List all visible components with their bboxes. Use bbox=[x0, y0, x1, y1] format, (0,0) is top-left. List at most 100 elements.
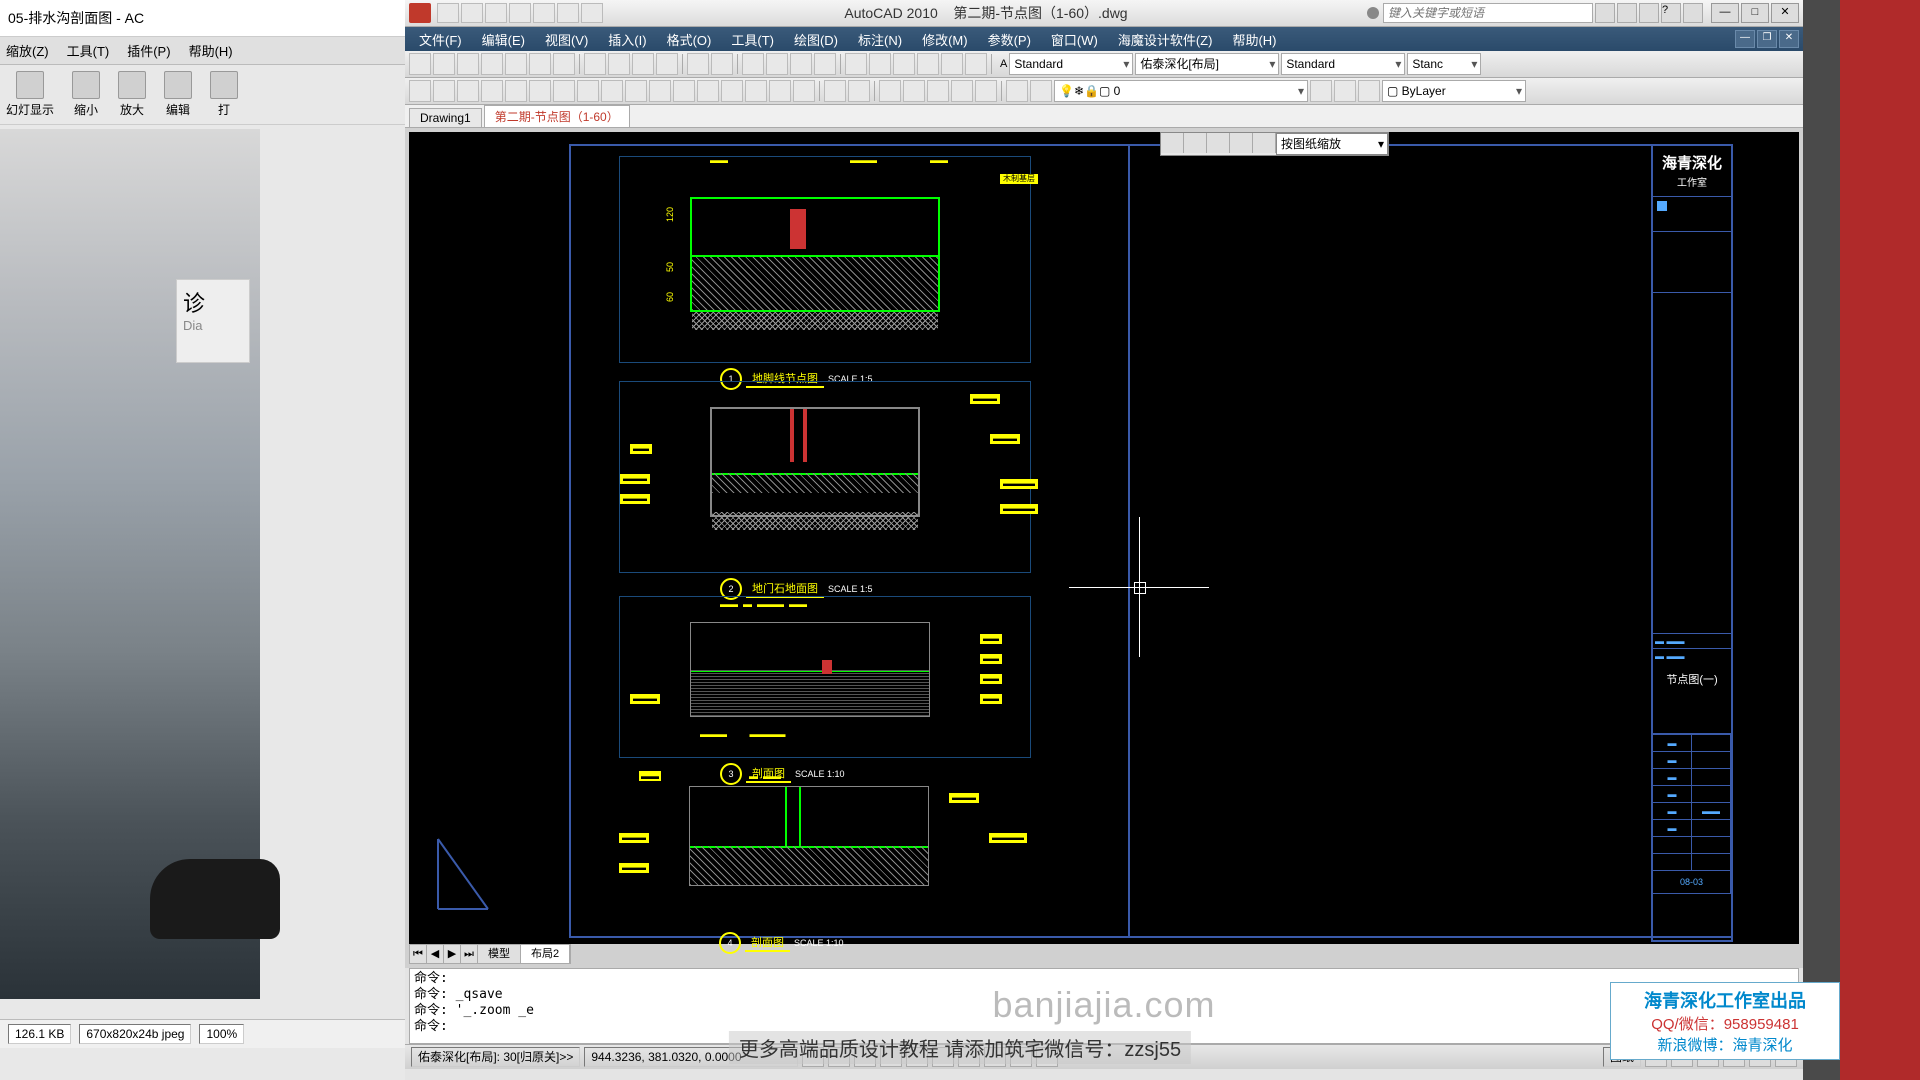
vp-btn3-icon[interactable] bbox=[1207, 133, 1230, 153]
save-icon[interactable] bbox=[457, 53, 479, 75]
layer-match-icon[interactable] bbox=[1334, 80, 1356, 102]
menu-zoom[interactable]: 缩放(Z) bbox=[6, 41, 49, 60]
tool2-12-icon[interactable] bbox=[673, 80, 695, 102]
menu-dimension[interactable]: 标注(N) bbox=[848, 30, 912, 49]
zoom-win-icon[interactable] bbox=[790, 53, 812, 75]
qat-print-icon[interactable] bbox=[557, 3, 579, 23]
menu-modify[interactable]: 修改(M) bbox=[912, 30, 978, 49]
mdi-minimize-button[interactable]: — bbox=[1735, 30, 1755, 48]
tool2-16-icon[interactable] bbox=[769, 80, 791, 102]
menu-view[interactable]: 视图(V) bbox=[535, 30, 598, 49]
tablestyle-combo[interactable]: Standard bbox=[1281, 53, 1405, 75]
undo-icon[interactable] bbox=[687, 53, 709, 75]
print-icon[interactable] bbox=[481, 53, 503, 75]
tool2-8-icon[interactable] bbox=[577, 80, 599, 102]
tool2-7-icon[interactable] bbox=[553, 80, 575, 102]
slideshow-button[interactable]: 幻灯显示 bbox=[6, 71, 54, 118]
qat-save-icon[interactable] bbox=[485, 3, 507, 23]
tool2-1-icon[interactable] bbox=[409, 80, 431, 102]
publish-icon[interactable] bbox=[529, 53, 551, 75]
color-icon[interactable] bbox=[1358, 80, 1380, 102]
tool2-6-icon[interactable] bbox=[529, 80, 551, 102]
tab-model[interactable]: 模型 bbox=[478, 945, 521, 963]
titlebar[interactable]: AutoCAD 2010 第二期-节点图（1-60）.dwg ? — □ ✕ bbox=[405, 0, 1803, 27]
tool2-10-icon[interactable] bbox=[625, 80, 647, 102]
match-icon[interactable] bbox=[656, 53, 678, 75]
palette-icon[interactable] bbox=[893, 53, 915, 75]
menu-plugins[interactable]: 插件(P) bbox=[127, 41, 170, 60]
zoom-out-button[interactable]: 缩小 bbox=[72, 71, 100, 118]
tool2-14-icon[interactable] bbox=[721, 80, 743, 102]
favorites-icon[interactable] bbox=[1639, 3, 1659, 23]
qat-new-icon[interactable] bbox=[437, 3, 459, 23]
textstyle-combo[interactable]: Standard bbox=[1009, 53, 1133, 75]
comm-center-icon[interactable] bbox=[1617, 3, 1637, 23]
ssm-icon[interactable] bbox=[917, 53, 939, 75]
infocenter-icon[interactable] bbox=[1367, 7, 1379, 19]
layer-prev-icon[interactable] bbox=[1310, 80, 1332, 102]
dcenter-icon[interactable] bbox=[869, 53, 891, 75]
dimstyle-combo[interactable]: 佑泰深化[布局] bbox=[1135, 53, 1279, 75]
tool2-13-icon[interactable] bbox=[697, 80, 719, 102]
vp-btn5-icon[interactable] bbox=[1253, 133, 1276, 153]
tab-active-file[interactable]: 第二期-节点图（1-60） bbox=[484, 105, 630, 127]
redo-icon[interactable] bbox=[711, 53, 733, 75]
tool2-5-icon[interactable] bbox=[505, 80, 527, 102]
tab-prev-icon[interactable]: ◀ bbox=[427, 945, 444, 963]
qat-open-icon[interactable] bbox=[461, 3, 483, 23]
minimize-button[interactable]: — bbox=[1711, 3, 1739, 23]
mdi-restore-button[interactable]: ❐ bbox=[1757, 30, 1777, 48]
help-dropdown-icon[interactable] bbox=[1683, 3, 1703, 23]
copy-icon[interactable] bbox=[608, 53, 630, 75]
tool2-15-icon[interactable] bbox=[745, 80, 767, 102]
tab-next-icon[interactable]: ▶ bbox=[444, 945, 461, 963]
undo2-icon[interactable] bbox=[824, 80, 846, 102]
menubar[interactable]: 文件(F) 编辑(E) 视图(V) 插入(I) 格式(O) 工具(T) 绘图(D… bbox=[405, 27, 1803, 51]
drawing-canvas[interactable]: 按图纸缩放 ▬▬ ▬▬▬ ▬▬ 木制基层 bbox=[409, 132, 1799, 944]
menu-haimo[interactable]: 海魔设计软件(Z) bbox=[1108, 30, 1223, 49]
menu-file[interactable]: 文件(F) bbox=[409, 30, 472, 49]
menu-draw[interactable]: 绘图(D) bbox=[784, 30, 848, 49]
tab-drawing1[interactable]: Drawing1 bbox=[409, 108, 482, 127]
vp-btn4-icon[interactable] bbox=[1230, 133, 1253, 153]
tool2-11-icon[interactable] bbox=[649, 80, 671, 102]
menu-help[interactable]: 帮助(H) bbox=[1222, 30, 1286, 49]
tool-icon[interactable] bbox=[553, 53, 575, 75]
pan-icon[interactable] bbox=[742, 53, 764, 75]
edit-button[interactable]: 编辑 bbox=[164, 71, 192, 118]
app-menu-icon[interactable] bbox=[409, 3, 431, 23]
mdi-close-button[interactable]: ✕ bbox=[1779, 30, 1799, 48]
help-icon[interactable]: ? bbox=[1661, 3, 1681, 23]
zoom-prev-icon[interactable] bbox=[814, 53, 836, 75]
tab-layout2[interactable]: 布局2 bbox=[521, 945, 570, 963]
layer-combo[interactable]: 💡❄🔒▢ 0 bbox=[1054, 80, 1308, 102]
zoom2-1-icon[interactable] bbox=[879, 80, 901, 102]
tab-first-icon[interactable]: ⏮ bbox=[410, 945, 427, 963]
menu-tools[interactable]: 工具(T) bbox=[721, 30, 784, 49]
menu-insert[interactable]: 插入(I) bbox=[598, 30, 656, 49]
menu-edit[interactable]: 编辑(E) bbox=[472, 30, 535, 49]
menu-window[interactable]: 窗口(W) bbox=[1041, 30, 1108, 49]
zoom-rt-icon[interactable] bbox=[766, 53, 788, 75]
tool2-2-icon[interactable] bbox=[433, 80, 455, 102]
search-input[interactable] bbox=[1383, 3, 1593, 23]
preview-icon[interactable] bbox=[505, 53, 527, 75]
tab-last-icon[interactable]: ⏭ bbox=[461, 945, 478, 963]
props-icon[interactable] bbox=[845, 53, 867, 75]
tool2-3-icon[interactable] bbox=[457, 80, 479, 102]
menu-help[interactable]: 帮助(H) bbox=[189, 41, 233, 60]
print-button[interactable]: 打 bbox=[210, 71, 238, 118]
close-button[interactable]: ✕ bbox=[1771, 3, 1799, 23]
paste-icon[interactable] bbox=[632, 53, 654, 75]
qat-redo-icon[interactable] bbox=[533, 3, 555, 23]
markup-icon[interactable] bbox=[941, 53, 963, 75]
qcalc-icon[interactable] bbox=[965, 53, 987, 75]
maximize-button[interactable]: □ bbox=[1741, 3, 1769, 23]
tool2-4-icon[interactable] bbox=[481, 80, 503, 102]
zoom2-3-icon[interactable] bbox=[927, 80, 949, 102]
tool2-17-icon[interactable] bbox=[793, 80, 815, 102]
layer-props-icon[interactable] bbox=[1030, 80, 1052, 102]
mleaderstyle-combo[interactable]: Stanc bbox=[1407, 53, 1481, 75]
zoom2-5-icon[interactable] bbox=[975, 80, 997, 102]
dist-icon[interactable] bbox=[1006, 80, 1028, 102]
